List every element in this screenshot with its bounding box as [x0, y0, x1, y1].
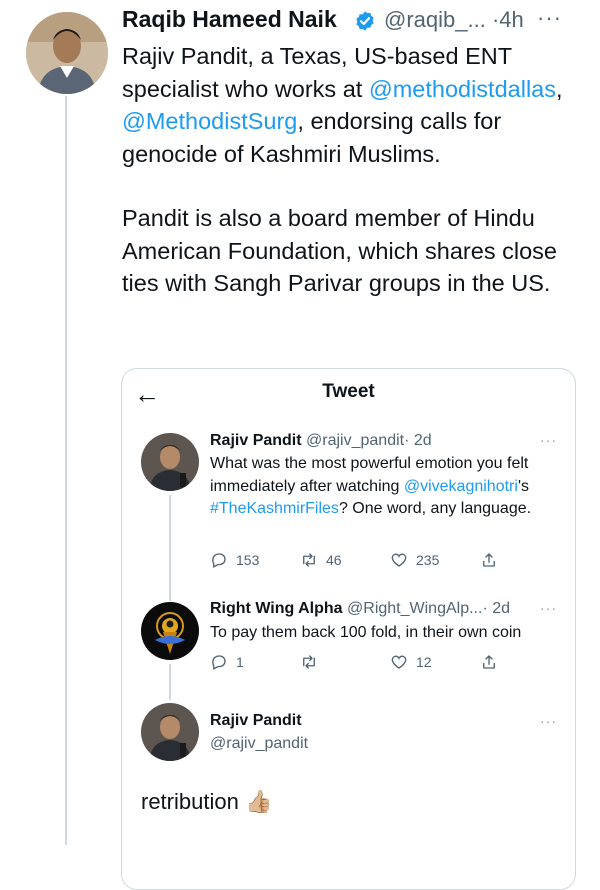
- retweet-icon: [303, 553, 315, 567]
- tweet2-reply: 1: [210, 653, 244, 671]
- tweet2-text: To pay them back 100 fold, in their own …: [210, 624, 522, 641]
- tweet3-author: Rajiv Pandit: [210, 712, 302, 729]
- reply-count: 153: [236, 552, 260, 568]
- reply-line: [169, 495, 171, 601]
- reply-icon: [212, 655, 226, 670]
- tweet2-actions: 1 12: [210, 653, 555, 675]
- screen-title: Tweet: [322, 381, 375, 402]
- author-avatar[interactable]: [26, 12, 108, 94]
- tweet2-handle: @Right_WingAlp...: [347, 600, 483, 617]
- like-count: 12: [416, 654, 432, 670]
- like-count: 235: [416, 552, 440, 568]
- tweet2-share: [480, 653, 498, 671]
- tweet1-share: [480, 551, 498, 569]
- retweet-icon: [303, 655, 315, 669]
- tweet3-handle: @rajiv_pandit: [210, 735, 309, 752]
- tweet1-reply: 153: [210, 551, 259, 569]
- tweet1-author: Rajiv Pandit: [210, 432, 302, 449]
- reply-icon: [212, 553, 226, 568]
- reply-line: [169, 664, 171, 700]
- mention-methodistdallas[interactable]: @methodistdallas: [369, 76, 556, 102]
- avatar-right-wing-alpha: [141, 602, 199, 660]
- avatar-rajiv-pandit: [141, 433, 199, 491]
- share-icon: [483, 553, 495, 567]
- tweet1-text-part: ? One word, any language.: [338, 500, 532, 517]
- author-handle[interactable]: @raqib_...: [384, 7, 486, 32]
- tweet1-retweet: 46: [300, 551, 342, 569]
- tweet3-word: retribution: [141, 789, 239, 814]
- tweet-paragraph-2: Pandit is also a board member of Hindu A…: [122, 205, 557, 296]
- tweet1-header: Rajiv Pandit @rajiv_pandit· 2d: [210, 432, 432, 450]
- thumbs-up-icon: 👍🏼: [244, 789, 273, 814]
- tweet-body: Rajiv Pandit, a Texas, US-based ENT spec…: [122, 40, 572, 300]
- tweet-text: ,: [555, 75, 563, 102]
- more-options-icon[interactable]: ···: [537, 5, 562, 31]
- tweet1-text-part: 's: [517, 477, 529, 495]
- author-handle-time: @raqib_... ·4h: [384, 7, 524, 33]
- mention-methodistsurg[interactable]: @MethodistSurg: [122, 108, 297, 134]
- tweet2-author: Right Wing Alpha: [210, 600, 343, 617]
- tweet3-text: retribution 👍🏼: [141, 789, 272, 815]
- tweet1-time: · 2d: [404, 432, 432, 449]
- tweet2-retweet: [300, 653, 326, 671]
- tweet1-hashtag: #TheKashmirFiles: [210, 500, 339, 517]
- tweet2-like: 12: [390, 653, 432, 671]
- verified-badge-icon: [356, 11, 374, 31]
- avatar-rajiv-pandit: [141, 703, 199, 761]
- tweet1-actions: 153 46 235: [210, 551, 555, 573]
- retweet-count: 46: [326, 552, 342, 568]
- tweet1-like: 235: [390, 551, 439, 569]
- author-name[interactable]: Raqib Hameed Naik: [122, 6, 337, 33]
- tweet1-more-icon: ···: [540, 432, 557, 448]
- heart-icon: [391, 553, 407, 567]
- reply-count: 1: [236, 654, 244, 670]
- heart-icon: [391, 655, 407, 669]
- thread-line: [65, 96, 67, 845]
- tweet3-more-icon: ···: [540, 713, 557, 729]
- tweet1-text: What was the most powerful emotion you f…: [210, 453, 555, 521]
- attached-image-card[interactable]: ← Tweet Rajiv Pandit @rajiv_pandit· 2d ·…: [121, 368, 576, 890]
- share-icon: [483, 655, 495, 669]
- tweet1-handle: @rajiv_pandit: [306, 432, 405, 449]
- tweet2-time: · 2d: [482, 600, 511, 617]
- tweet2-header: Right Wing Alpha @Right_WingAlp...· 2d: [210, 600, 510, 618]
- tweet-time[interactable]: 4h: [499, 7, 523, 32]
- tweet2-more-icon: ···: [540, 600, 557, 616]
- tweet-paragraph-1: Rajiv Pandit, a Texas, US-based ENT spec…: [122, 40, 572, 170]
- tweet1-mention: @vivekagnihotri: [403, 477, 518, 495]
